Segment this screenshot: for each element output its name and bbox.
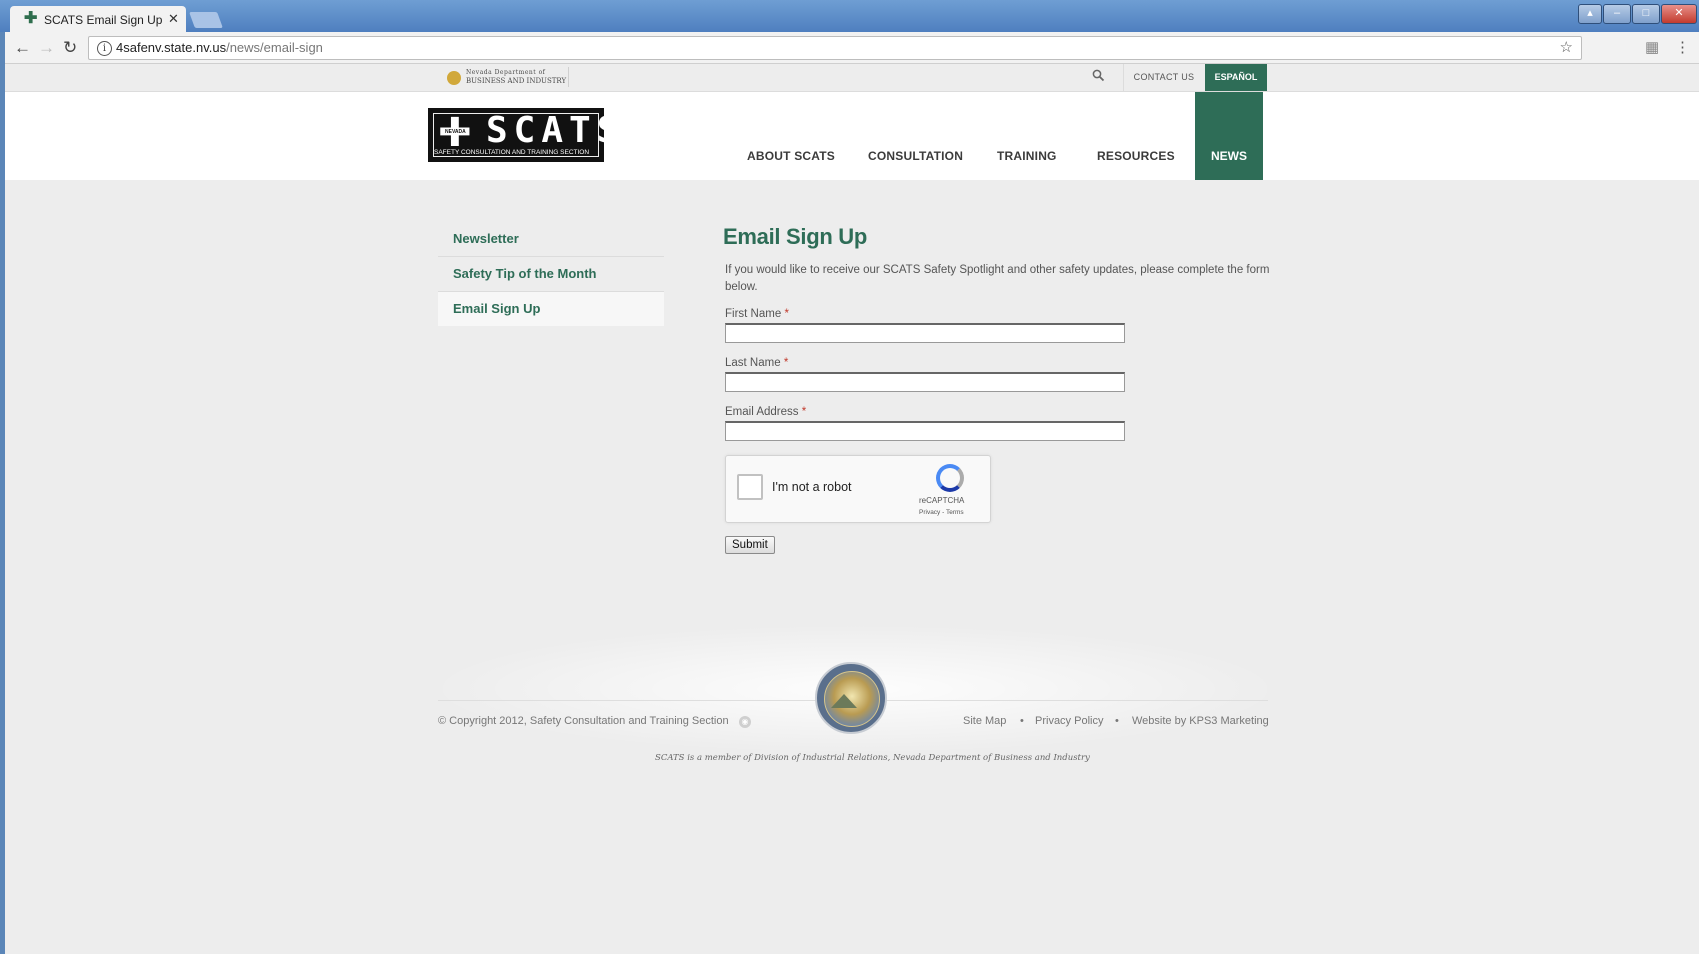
nav-news-label: NEWS	[1211, 149, 1247, 163]
recaptcha-terms-link[interactable]: Privacy - Terms	[919, 509, 964, 516]
footer-link-privacy-policy[interactable]: Privacy Policy	[1035, 715, 1103, 727]
bi-logo-line1: Nevada Department of	[466, 69, 546, 76]
recaptcha-label: I'm not a robot	[772, 480, 852, 494]
required-mark: *	[801, 406, 807, 418]
email-address-label-text: Email Address	[725, 406, 799, 418]
logo-nevada-text: NEVADA	[444, 129, 467, 135]
recaptcha-widget: I'm not a robot reCAPTCHA Privacy - Term…	[725, 455, 991, 523]
email-address-field[interactable]	[725, 421, 1125, 441]
address-bar[interactable]: i 4safenv.state.nv.us/news/email-sign ☆	[88, 36, 1582, 60]
tab-title: SCATS Email Sign Up - N	[44, 13, 164, 27]
submit-button[interactable]: Submit	[725, 536, 775, 554]
first-name-label: First Name *	[725, 308, 1283, 320]
rss-icon[interactable]: ◉	[739, 716, 751, 728]
logo-wordmark: SCATS	[486, 110, 625, 151]
required-mark: *	[783, 357, 789, 369]
window-close-button[interactable]: ✕	[1661, 4, 1697, 24]
recaptcha-checkbox[interactable]	[737, 474, 763, 500]
window-minimize-button[interactable]: –	[1603, 4, 1631, 24]
footer-separator: •	[1115, 715, 1119, 727]
menu-dots-icon[interactable]: ⋮	[1675, 38, 1690, 56]
first-name-label-text: First Name	[725, 308, 782, 320]
reload-icon[interactable]: ↻	[63, 38, 77, 58]
intro-text: If you would like to receive our SCATS S…	[725, 264, 1270, 293]
site-favicon-icon: ✚	[24, 10, 38, 27]
bi-logo-line2: BUSINESS AND INDUSTRY	[466, 77, 567, 85]
browser-titlebar: ✚ SCATS Email Sign Up - N ✕ ▴ – □ ✕	[0, 0, 1699, 32]
contact-us-link[interactable]: CONTACT US	[1123, 64, 1204, 91]
bookmark-star-icon[interactable]: ☆	[1560, 37, 1573, 59]
search-icon[interactable]	[1092, 69, 1110, 87]
back-arrow-icon[interactable]: ←	[14, 38, 31, 58]
url-path: /news/email-sign	[226, 40, 323, 55]
nav-news[interactable]: NEWS	[1195, 92, 1263, 180]
last-name-field[interactable]	[725, 372, 1125, 392]
seal-mountain	[831, 694, 857, 708]
info-icon[interactable]: i	[97, 41, 112, 56]
bi-emblem-icon	[447, 71, 461, 85]
nav-consultation[interactable]: CONSULTATION	[868, 149, 963, 163]
sidebar-item-newsletter[interactable]: Newsletter	[438, 222, 664, 257]
first-name-field[interactable]	[725, 323, 1125, 343]
window-user-button[interactable]: ▴	[1578, 4, 1602, 24]
logo-tagline: SAFETY CONSULTATION AND TRAINING SECTION	[434, 149, 590, 156]
footer-separator: •	[1020, 715, 1024, 727]
scats-logo[interactable]: ✚ NEVADA SCATS SAFETY CONSULTATION AND T…	[428, 108, 618, 162]
last-name-label-text: Last Name	[725, 357, 781, 369]
window-maximize-button[interactable]: □	[1632, 4, 1660, 24]
nevada-state-seal	[815, 662, 887, 734]
page-title: Email Sign Up	[723, 224, 868, 249]
forward-arrow-icon[interactable]: →	[38, 38, 55, 58]
nav-training[interactable]: TRAINING	[997, 149, 1057, 163]
sidebar-item-safety-tip[interactable]: Safety Tip of the Month	[438, 257, 664, 292]
nav-resources[interactable]: RESOURCES	[1097, 149, 1175, 163]
site-header: ✚ NEVADA SCATS SAFETY CONSULTATION AND T…	[5, 92, 1699, 180]
browser-toolbar: ← → ↻ i 4safenv.state.nv.us/news/email-s…	[5, 32, 1699, 64]
url-host: 4safenv.state.nv.us	[116, 40, 227, 55]
recaptcha-logo-icon	[936, 464, 964, 492]
nav-about-scats[interactable]: ABOUT SCATS	[747, 149, 835, 163]
email-address-label: Email Address *	[725, 406, 1283, 418]
last-name-label: Last Name *	[725, 357, 1283, 369]
sidebar-nav: Newsletter Safety Tip of the Month Email…	[438, 222, 664, 326]
sidebar-item-email-sign-up[interactable]: Email Sign Up	[438, 292, 664, 326]
copyright-text: © Copyright 2012, Safety Consultation an…	[438, 715, 729, 727]
tab-close-icon[interactable]: ✕	[168, 11, 179, 27]
footer-link-site-map[interactable]: Site Map	[963, 715, 1006, 727]
page-viewport: Nevada Department of BUSINESS AND INDUST…	[5, 64, 1699, 954]
extension-icon[interactable]: ▦	[1645, 38, 1659, 56]
main-content: Email Sign Up If you would like to recei…	[723, 224, 1283, 554]
new-tab-button[interactable]	[189, 12, 223, 28]
utility-bar: Nevada Department of BUSINESS AND INDUST…	[5, 64, 1699, 92]
footer-link-kps3[interactable]: Website by KPS3 Marketing	[1132, 715, 1269, 727]
url-text: 4safenv.state.nv.us/news/email-sign	[116, 37, 323, 59]
business-industry-logo[interactable]: Nevada Department of BUSINESS AND INDUST…	[444, 67, 569, 87]
required-mark: *	[784, 308, 789, 320]
espanol-link[interactable]: ESPAÑOL	[1205, 64, 1267, 91]
browser-tab[interactable]: ✚ SCATS Email Sign Up - N ✕	[10, 6, 186, 32]
recaptcha-brand: reCAPTCHA	[919, 496, 965, 505]
footer-tagline: SCATS is a member of Division of Industr…	[655, 753, 1090, 763]
